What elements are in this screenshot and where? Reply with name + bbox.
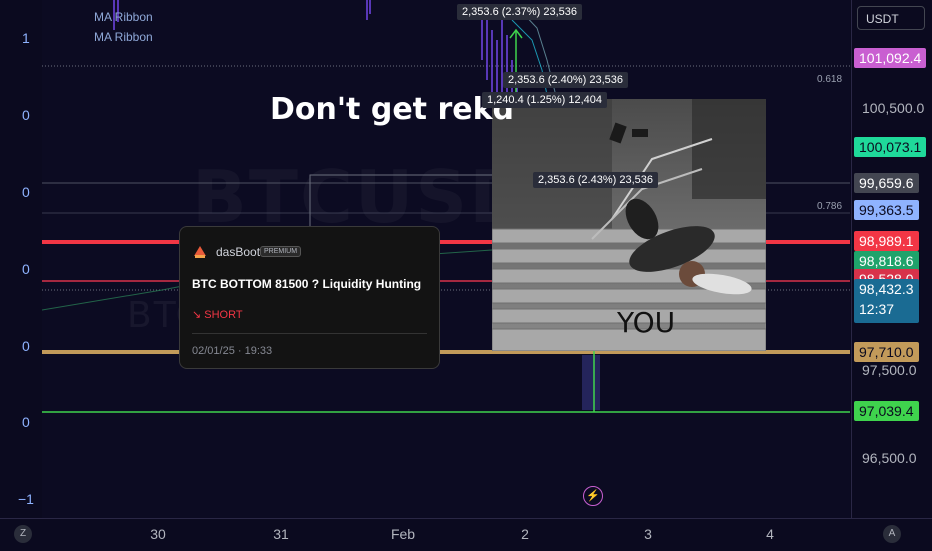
time-tick: 2 [521, 526, 529, 542]
idea-author[interactable]: dasBoot [216, 245, 260, 259]
fib-level-label: 0.618 [817, 74, 843, 85]
price-tag: 99,659.6 [854, 173, 919, 193]
left-tick: 0 [22, 184, 30, 200]
measure-label[interactable]: 2,353.6 (2.40%) 23,536 [503, 72, 628, 88]
overlay-title: Don't get rekd [270, 92, 515, 127]
price-tag: 97,710.0 [854, 342, 919, 362]
measure-label[interactable]: 2,353.6 (2.37%) 23,536 [457, 4, 582, 20]
price-tick: 97,500.0 [862, 362, 917, 378]
left-tick: 1 [22, 30, 30, 46]
left-tick: 0 [22, 338, 30, 354]
time-tick: 4 [766, 526, 774, 542]
ma-ribbon-legend[interactable]: MA Ribbon [94, 10, 153, 24]
chart-window: 1 0 0 0 0 0 −1 BTCUSD BTCUSD PERPE [0, 0, 932, 551]
price-tag: 100,073.1 [854, 137, 927, 157]
meme-caption: YOU [617, 306, 676, 339]
fib-level-label: 0.786 [817, 201, 843, 212]
author-avatar-icon [194, 246, 206, 258]
price-tick: 100,500.0 [862, 100, 925, 116]
price-tag: 101,092.4 [854, 48, 927, 68]
countdown: 12:37 [859, 301, 895, 317]
measure-label[interactable]: 2,353.6 (2.43%) 23,536 [533, 172, 658, 188]
price-tag: 98,818.6 [854, 251, 919, 271]
time-tick: 31 [273, 526, 289, 542]
left-tick: −1 [18, 491, 34, 507]
currency-button[interactable]: USDT [857, 6, 925, 30]
last-price: 98,432.3 [859, 281, 914, 297]
auto-scale-button[interactable]: A [883, 525, 901, 543]
price-tag: 99,363.5 [854, 200, 919, 220]
time-tick: 3 [644, 526, 652, 542]
time-tick: Feb [390, 526, 416, 542]
idea-card[interactable]: dasBoot PREMIUM BTC BOTTOM 81500 ? Liqui… [179, 226, 440, 369]
premium-badge: PREMIUM [260, 246, 302, 257]
measure-label[interactable]: 1,240.4 (1.25%) 12,404 [482, 92, 607, 108]
time-tick: 30 [150, 526, 166, 542]
idea-direction: ↘ SHORT [192, 309, 243, 321]
price-tick: 96,500.0 [862, 450, 917, 466]
last-price-tag: 98,432.3 12:37 [854, 279, 919, 323]
left-tick: 0 [22, 414, 30, 430]
left-tick: 0 [22, 107, 30, 123]
time-scale[interactable]: Z 30 31 Feb 2 3 4 A [0, 518, 932, 551]
chart-pane[interactable]: BTCUSD BTCUSD PERPE [42, 0, 850, 518]
left-scale[interactable]: 1 0 0 0 0 0 −1 [0, 0, 43, 518]
lightning-icon[interactable]: ⚡ [583, 486, 603, 506]
price-tag: 97,039.4 [854, 401, 919, 421]
idea-title[interactable]: BTC BOTTOM 81500 ? Liquidity Hunting [192, 277, 421, 291]
divider [192, 333, 427, 334]
left-tick: 0 [22, 261, 30, 277]
ma-ribbon-legend[interactable]: MA Ribbon [94, 30, 153, 44]
idea-date: 02/01/25 · 19:33 [192, 345, 273, 357]
price-tag: 98,989.1 [854, 231, 919, 251]
zoom-z-button[interactable]: Z [14, 525, 32, 543]
